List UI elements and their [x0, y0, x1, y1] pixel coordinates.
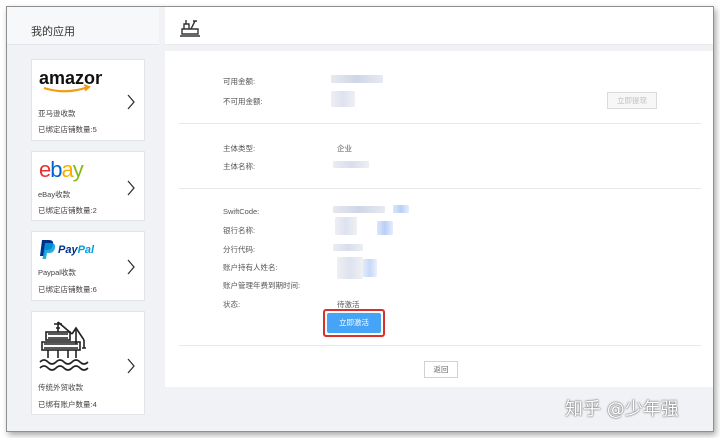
system-icon: [180, 20, 200, 37]
chevron-right-icon: [127, 259, 135, 275]
bank-name-value: [335, 217, 357, 235]
watermark: 知乎 @少年强: [565, 399, 679, 420]
svg-text:ebay: ebay: [39, 157, 84, 182]
app-card-count: 已绑定店铺数量:5: [38, 125, 97, 134]
swift-code-value: [333, 206, 385, 213]
sidebar: 我的应用 amazon 亚马逊收款 已绑定店铺数量:5 ebay eBay收款: [7, 7, 159, 431]
swift-code-value-extra: [393, 205, 409, 213]
unavailable-amount-value: [331, 91, 355, 107]
swift-code-label: SwiftCode:: [223, 207, 260, 216]
ebay-logo: ebay: [38, 156, 100, 189]
oil-platform-icon: [38, 318, 98, 379]
app-card-traditional-trade[interactable]: 传统外贸收款 已绑有账户数量:4: [31, 311, 145, 415]
svg-text:amazon: amazon: [39, 68, 102, 88]
app-card-name: eBay收款: [38, 190, 71, 199]
amazon-logo: amazon: [38, 68, 106, 99]
available-amount-value: [331, 75, 383, 83]
bank-name-value-extra: [377, 221, 393, 235]
section-divider: [179, 123, 701, 124]
sidebar-title: 我的应用: [7, 7, 159, 45]
app-window: 我的应用 amazon 亚马逊收款 已绑定店铺数量:5 ebay eBay收款: [6, 6, 714, 432]
app-card-count: 已绑定店铺数量:2: [38, 206, 97, 215]
bank-name-label: 银行名称:: [223, 226, 256, 235]
entity-type-value: 企业: [337, 144, 352, 153]
back-button[interactable]: 返回: [424, 361, 458, 378]
activate-button[interactable]: 立即激活: [327, 313, 381, 333]
entity-name-label: 主体名称:: [223, 162, 256, 171]
branch-code-value: [333, 244, 363, 251]
available-amount-label: 可用金额:: [223, 77, 256, 86]
app-card-name: 传统外贸收款: [38, 383, 83, 392]
status-label: 状态:: [223, 300, 241, 309]
entity-type-label: 主体类型:: [223, 144, 256, 153]
chevron-right-icon: [127, 358, 135, 374]
header-bar: [165, 7, 713, 45]
account-holder-value: [337, 257, 363, 279]
app-card-paypal[interactable]: PayPal Paypal收款 已绑定店铺数量:6: [31, 231, 145, 301]
fee-expiry-label: 账户管理年费到期时间:: [223, 281, 301, 290]
app-card-name: 亚马逊收款: [38, 109, 76, 118]
entity-name-value: [333, 161, 369, 168]
account-detail-panel: 可用金额: 不可用金额: 立即提现 主体类型: 企业 主体名称: SwiftCo…: [165, 51, 713, 387]
fee-expiry-value: [363, 259, 377, 277]
section-divider: [179, 188, 701, 189]
chevron-right-icon: [127, 94, 135, 110]
chevron-right-icon: [127, 180, 135, 196]
withdraw-button[interactable]: 立即提现: [607, 92, 657, 109]
app-card-count: 已绑定店铺数量:6: [38, 285, 97, 294]
app-card-ebay[interactable]: ebay eBay收款 已绑定店铺数量:2: [31, 151, 145, 221]
paypal-logo: PayPal: [38, 238, 104, 267]
app-card-count: 已绑有账户数量:4: [38, 400, 97, 409]
unavailable-amount-label: 不可用金额:: [223, 97, 263, 106]
svg-text:PayPal: PayPal: [58, 244, 95, 256]
section-divider: [179, 345, 701, 346]
app-card-amazon[interactable]: amazon 亚马逊收款 已绑定店铺数量:5: [31, 59, 145, 141]
account-holder-label: 账户持有人姓名:: [223, 263, 278, 272]
branch-code-label: 分行代码:: [223, 245, 256, 254]
app-card-name: Paypal收款: [38, 268, 76, 277]
